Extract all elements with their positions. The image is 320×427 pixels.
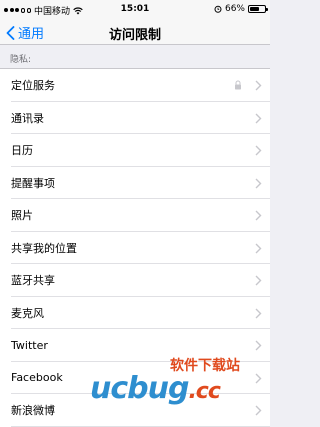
list-item[interactable]: 蓝牙共享 bbox=[0, 264, 270, 297]
battery-percent: 66% bbox=[224, 4, 245, 14]
list-item-label: Twitter bbox=[11, 338, 48, 352]
chevron-right-icon bbox=[255, 275, 262, 286]
list-item[interactable]: 提醒事项 bbox=[0, 167, 270, 200]
list-item-label: 提醒事项 bbox=[11, 176, 55, 190]
navigation-bar: 通用 访问限制 bbox=[0, 20, 270, 45]
section-header-privacy: 隐私: bbox=[10, 55, 32, 65]
list-item[interactable]: 日历 bbox=[0, 134, 270, 167]
page-title: 访问限制 bbox=[108, 28, 161, 43]
list-item-label: 新浪微博 bbox=[11, 404, 55, 418]
chevron-right-icon bbox=[255, 340, 262, 351]
list-item-label: 蓝牙共享 bbox=[11, 274, 55, 288]
chevron-right-icon bbox=[255, 178, 262, 188]
watermark-logo: 软件下载站 ucbug.cc bbox=[90, 355, 270, 406]
chevron-right-icon bbox=[255, 405, 262, 416]
list-item-label: 日历 bbox=[11, 144, 33, 158]
chevron-right-icon bbox=[255, 243, 262, 253]
list-item-label: Facebook bbox=[11, 371, 63, 385]
list-item-label: 照片 bbox=[11, 209, 33, 223]
list-item[interactable]: 照片 bbox=[0, 199, 270, 232]
list-item[interactable]: 麦克风 bbox=[0, 297, 270, 330]
watermark-en-text: ucbug.cc bbox=[90, 371, 221, 406]
list-item-label: 定位服务 bbox=[11, 79, 55, 93]
list-item-label: 麦克风 bbox=[11, 306, 44, 320]
chevron-right-icon bbox=[255, 80, 262, 91]
chevron-right-icon bbox=[255, 308, 262, 318]
list-item-label: 通讯录 bbox=[11, 111, 44, 125]
list-item[interactable]: 共享我的位置 bbox=[0, 232, 270, 265]
list-item[interactable]: 通讯录 bbox=[0, 102, 270, 135]
alarm-icon bbox=[214, 5, 222, 13]
chevron-right-icon bbox=[255, 210, 262, 221]
chevron-right-icon bbox=[255, 113, 262, 123]
lock-icon bbox=[235, 80, 241, 90]
battery-icon bbox=[248, 5, 268, 13]
chevron-right-icon bbox=[255, 145, 262, 156]
list-item-label: 共享我的位置 bbox=[11, 241, 77, 255]
status-bar: 中国移动 15:01 66% bbox=[0, 0, 270, 20]
list-item[interactable]: 定位服务 bbox=[0, 69, 270, 102]
